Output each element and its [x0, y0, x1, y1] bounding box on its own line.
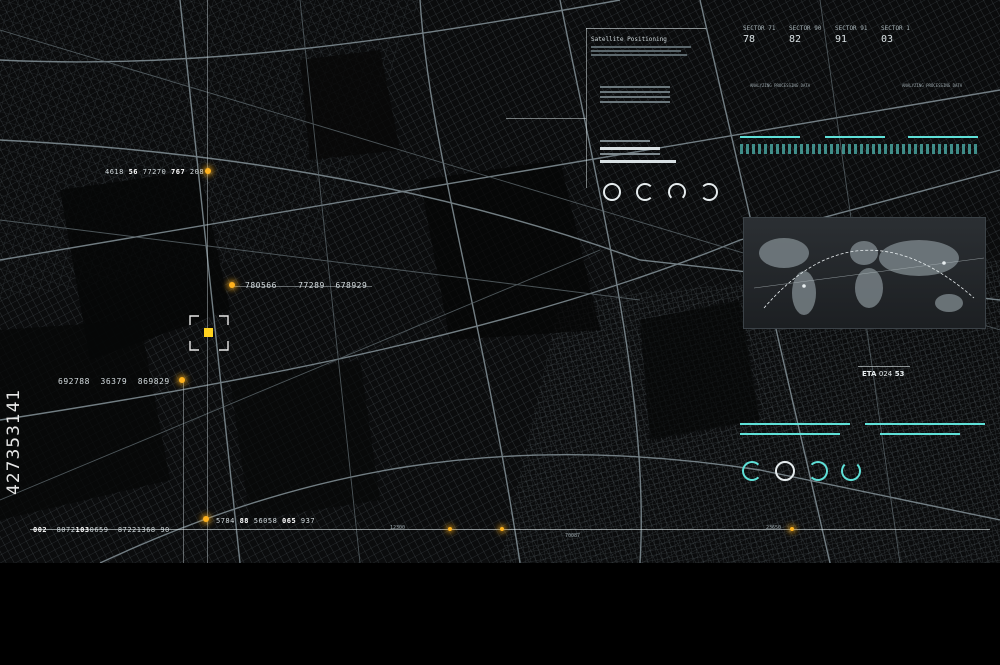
ring-gauge-icon: [668, 183, 686, 201]
target-reticle-icon[interactable]: [189, 315, 229, 351]
marker-dot-4[interactable]: [203, 516, 209, 522]
sector-2: SECTOR 90 82: [789, 25, 822, 45]
ring-gauge-icon: [603, 183, 621, 201]
ring-gauge-icon: [808, 461, 828, 481]
marker-dot-3[interactable]: [179, 377, 185, 383]
crosshair-vertical-line: [207, 0, 208, 563]
bottom-readout-4: 23650: [766, 525, 782, 531]
ring-gauge-icon: [636, 183, 654, 201]
teal-status-lines: [740, 423, 990, 443]
bottom-timeline-line: [30, 529, 990, 530]
bottom-readout-start: 002 80721030659 87221368 90: [33, 526, 170, 534]
eta-top-line: [858, 366, 910, 367]
analyzing-label-left: ANALYZING PROCESSING DATA: [750, 83, 811, 88]
watermark-id: 427353141: [4, 388, 24, 495]
satellite-panel-left-line: [586, 28, 587, 188]
timeline-dot[interactable]: [448, 527, 452, 531]
coord-row-1: 4618 56 77270 767 208: [105, 168, 205, 176]
satellite-bars: [600, 137, 676, 163]
bottom-readout-2: 12300: [390, 525, 406, 531]
marker-dot-1[interactable]: [205, 168, 211, 174]
ring-gauge-icon: [841, 461, 861, 481]
sector-1: SECTOR 71 78: [743, 25, 776, 45]
teal-data-bars: [740, 136, 990, 158]
bottom-readout-mid: 5784 88 56058 065 937: [216, 517, 316, 525]
ring-gauge-icon: [700, 183, 718, 201]
analyzing-label-right: ANALYZING PROCESSING DATA: [902, 83, 963, 88]
satellite-title: Satellite Positioning: [591, 36, 667, 43]
world-map-icon[interactable]: [743, 217, 986, 329]
satellite-leader-line: [506, 118, 586, 119]
timeline-dot[interactable]: [790, 527, 794, 531]
satellite-text-lines: [591, 44, 691, 56]
coord-row-3: 692788 36379 869829: [58, 377, 170, 386]
timeline-dot[interactable]: [500, 527, 504, 531]
sector-3: SECTOR 91 91: [835, 25, 868, 45]
sector-4: SECTOR 1 03: [881, 25, 910, 45]
bottom-readout-3: 70087: [565, 533, 581, 539]
marker-dot-2[interactable]: [229, 282, 235, 288]
coord-row-2: 780566 77289 678929: [245, 281, 368, 290]
ring-gauge-icon: [775, 461, 795, 481]
satellite-data-rows: [600, 83, 670, 103]
ring-gauge-icon: [742, 461, 762, 481]
eta-readout: ETA 024 53: [862, 370, 905, 378]
satellite-panel-top-line: [586, 28, 706, 29]
crosshair-vertical-line-2: [183, 380, 184, 563]
